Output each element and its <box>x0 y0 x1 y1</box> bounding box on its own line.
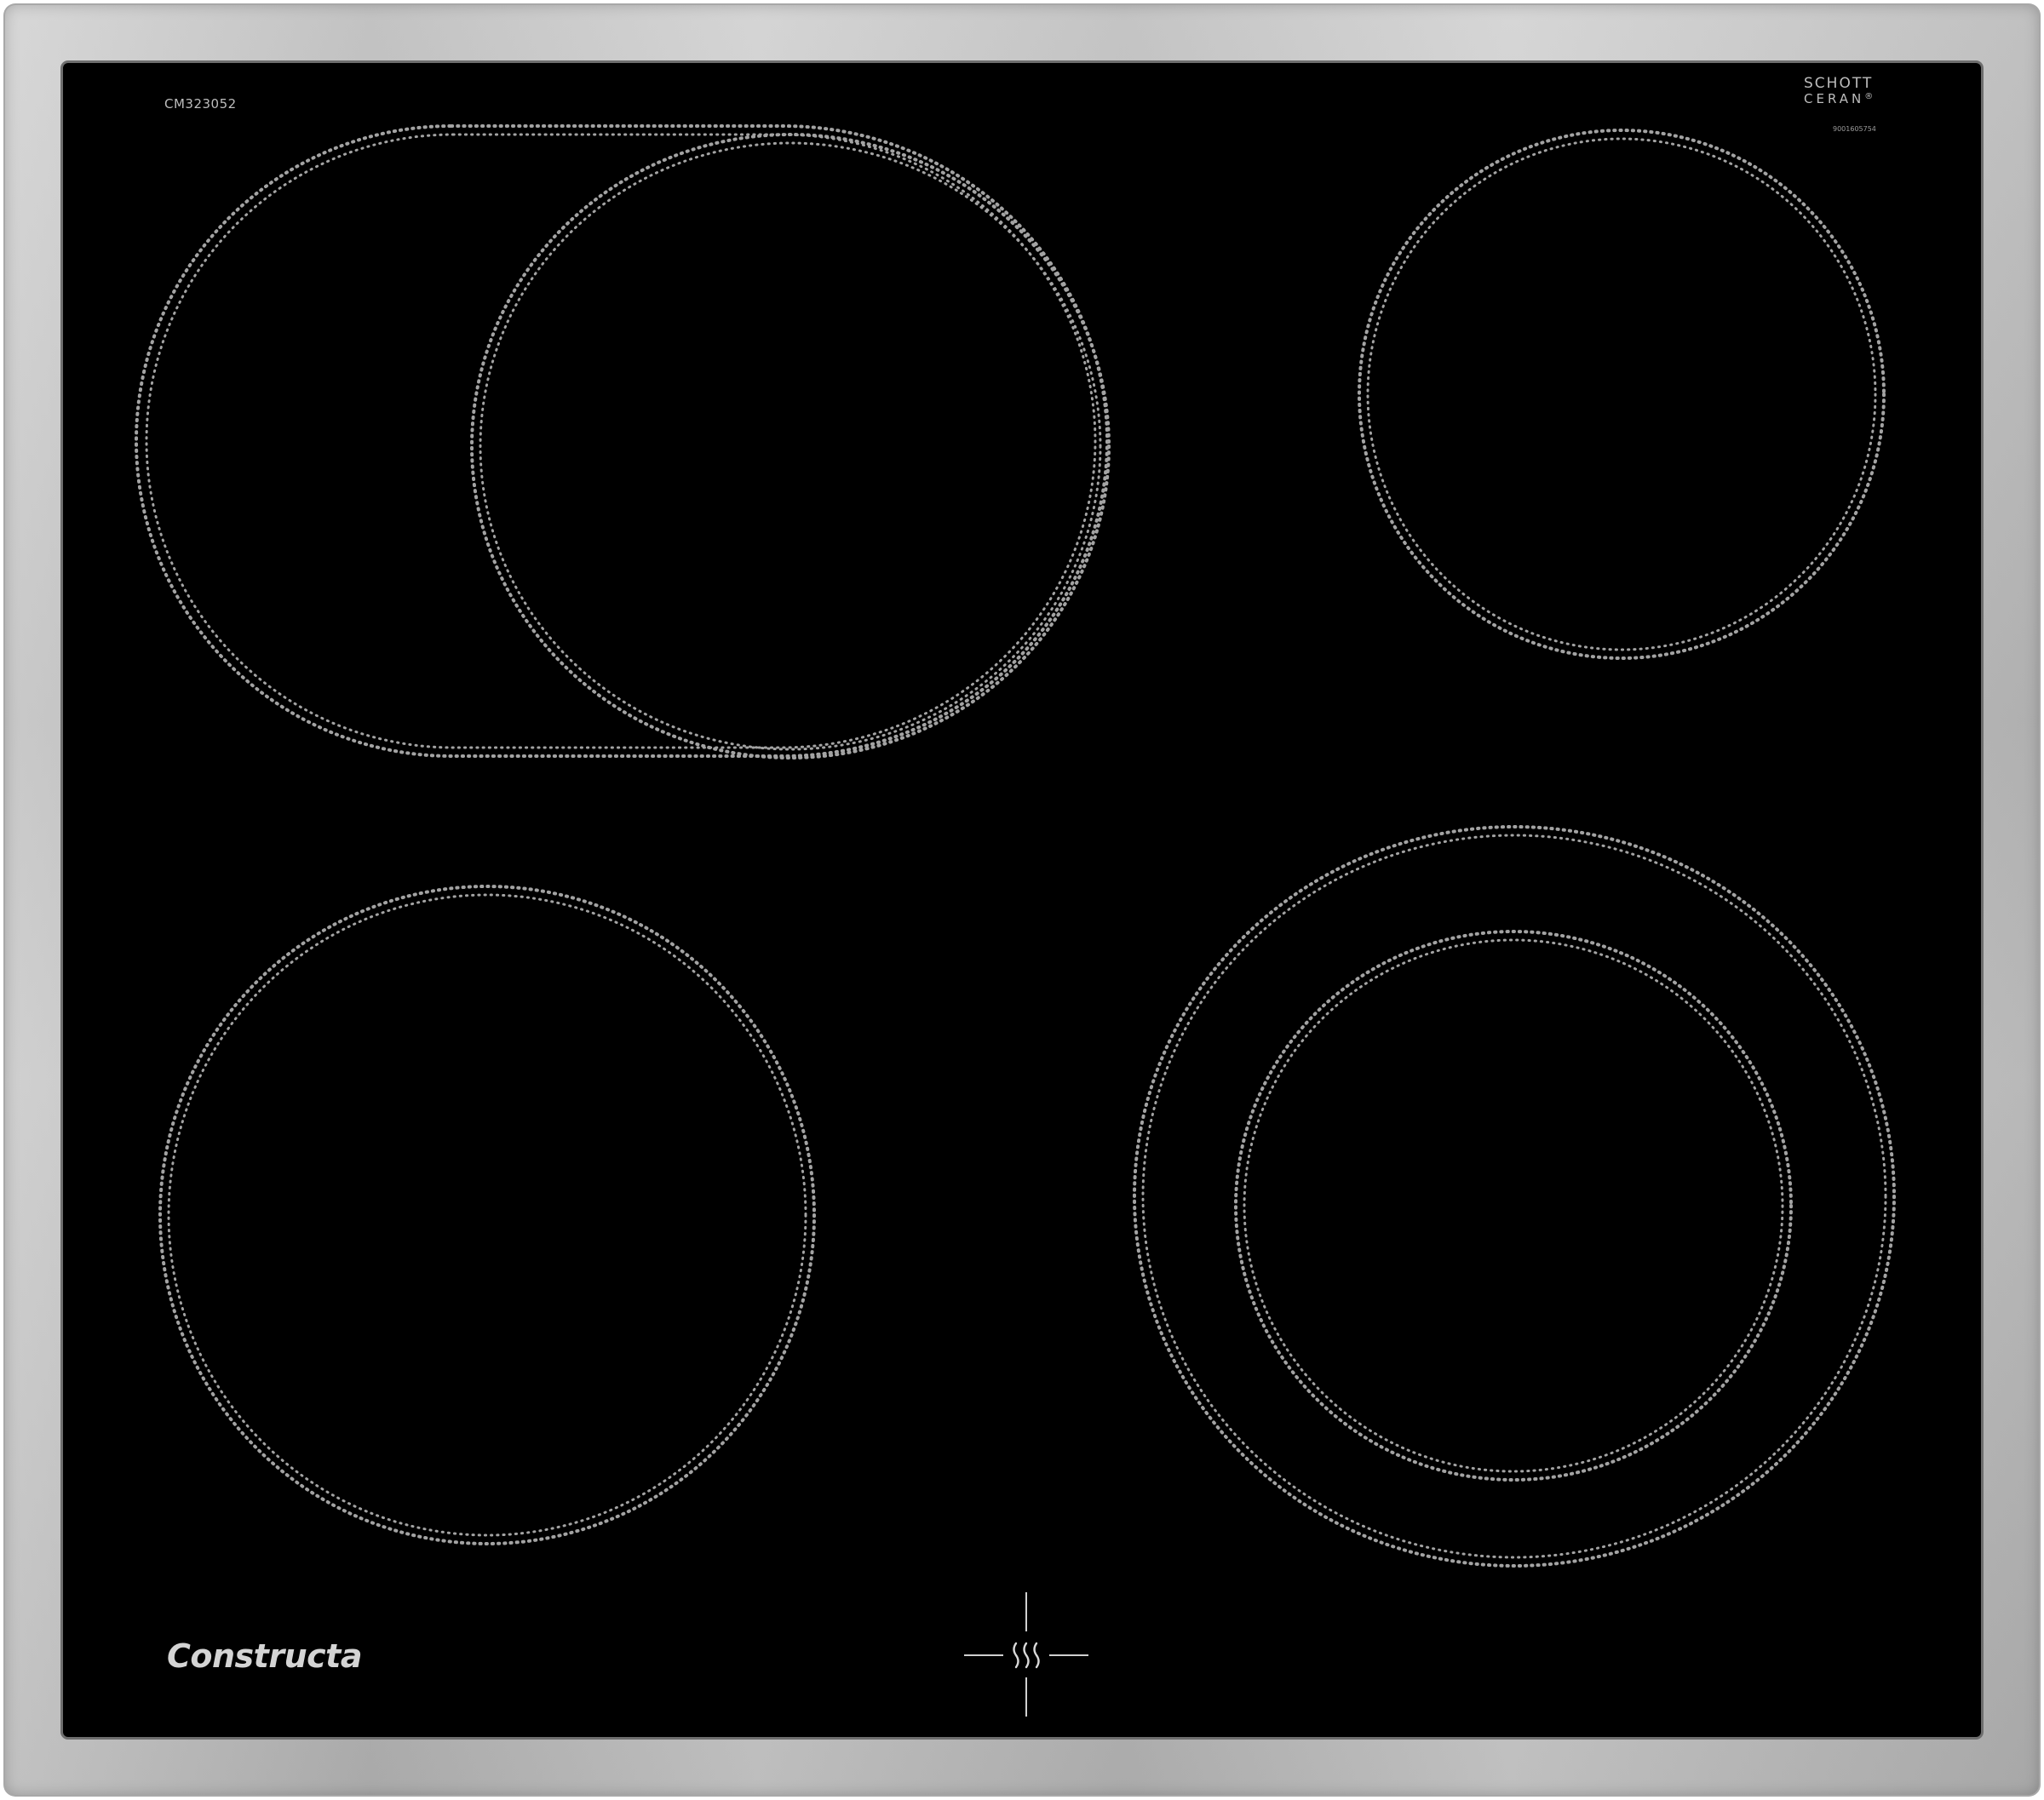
registered-mark: ® <box>1864 92 1874 101</box>
rear-left-oval-outer-ring[interactable] <box>135 124 1109 758</box>
rear-right-ring-2 <box>1366 137 1877 651</box>
front-left-ring[interactable] <box>158 885 816 1545</box>
front-right-outer-ring[interactable] <box>1133 825 1896 1568</box>
zone-position-cross-icon[interactable] <box>962 1591 1090 1718</box>
cooking-zones-layer: .dot-ring { fill: none; stroke: #a3a3a3;… <box>135 124 1896 1568</box>
ceran-text: CERAN® <box>1804 93 1923 106</box>
front-right-outer-ring-2 <box>1141 834 1887 1559</box>
rear-left-oval-outer-ring-inner <box>145 133 1097 749</box>
rear-left-inner-ring-2 <box>479 141 1102 751</box>
schott-ceran-logo: SCHOTT CERAN® <box>1804 77 1923 106</box>
rear-right-ring[interactable] <box>1358 129 1886 660</box>
rear-left-inner-ring[interactable] <box>470 133 1111 760</box>
front-left-ring-2 <box>167 893 807 1537</box>
residual-heat-icon <box>1013 1642 1040 1669</box>
front-right-inner-ring[interactable] <box>1234 930 1793 1482</box>
cooktop: .dot-ring { fill: none; stroke: #a3a3a3;… <box>0 0 2044 1800</box>
schott-text: SCHOTT <box>1804 75 1874 92</box>
model-code-label: CM323052 <box>164 96 237 112</box>
serial-number: 9001605754 <box>1833 125 1876 133</box>
front-right-inner-ring-2 <box>1243 938 1784 1473</box>
ceran-word: CERAN <box>1804 91 1865 106</box>
constructa-logo: Constructa <box>167 1637 362 1675</box>
